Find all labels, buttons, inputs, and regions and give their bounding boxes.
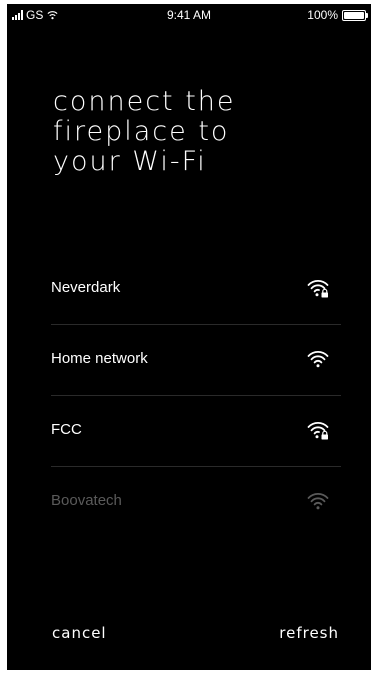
status-right: 100%	[307, 8, 368, 22]
network-name: Neverdark	[51, 279, 121, 296]
battery-percent: 100%	[307, 8, 338, 22]
page-title: connect the fireplace to your Wi-Fi	[53, 87, 343, 177]
phone-screen: GS 9:41 AM 100% connect the fireplace to…	[7, 4, 371, 670]
network-name: Boovatech	[51, 492, 122, 509]
title-line-1: connect the	[53, 86, 236, 117]
refresh-button[interactable]: refresh	[279, 624, 339, 642]
network-item-boovatech[interactable]: Boovatech	[51, 467, 341, 537]
title-line-2: fireplace to	[53, 116, 230, 147]
network-name: Home network	[51, 350, 148, 367]
network-item-fcc[interactable]: FCC	[51, 396, 341, 467]
wifi-locked-icon	[307, 421, 329, 440]
wifi-icon	[307, 492, 329, 510]
status-bar: GS 9:41 AM 100%	[7, 4, 371, 26]
network-item-home-network[interactable]: Home network	[51, 325, 341, 396]
network-name: FCC	[51, 421, 82, 438]
title-line-3: your Wi-Fi	[53, 146, 207, 177]
battery-full-icon	[342, 9, 368, 21]
network-item-neverdark[interactable]: Neverdark	[51, 254, 341, 325]
wifi-locked-icon	[307, 279, 329, 298]
wifi-icon	[307, 350, 329, 368]
cancel-button[interactable]: cancel	[52, 624, 107, 642]
network-list: Neverdark Home network FCC Boovatech	[51, 254, 341, 537]
